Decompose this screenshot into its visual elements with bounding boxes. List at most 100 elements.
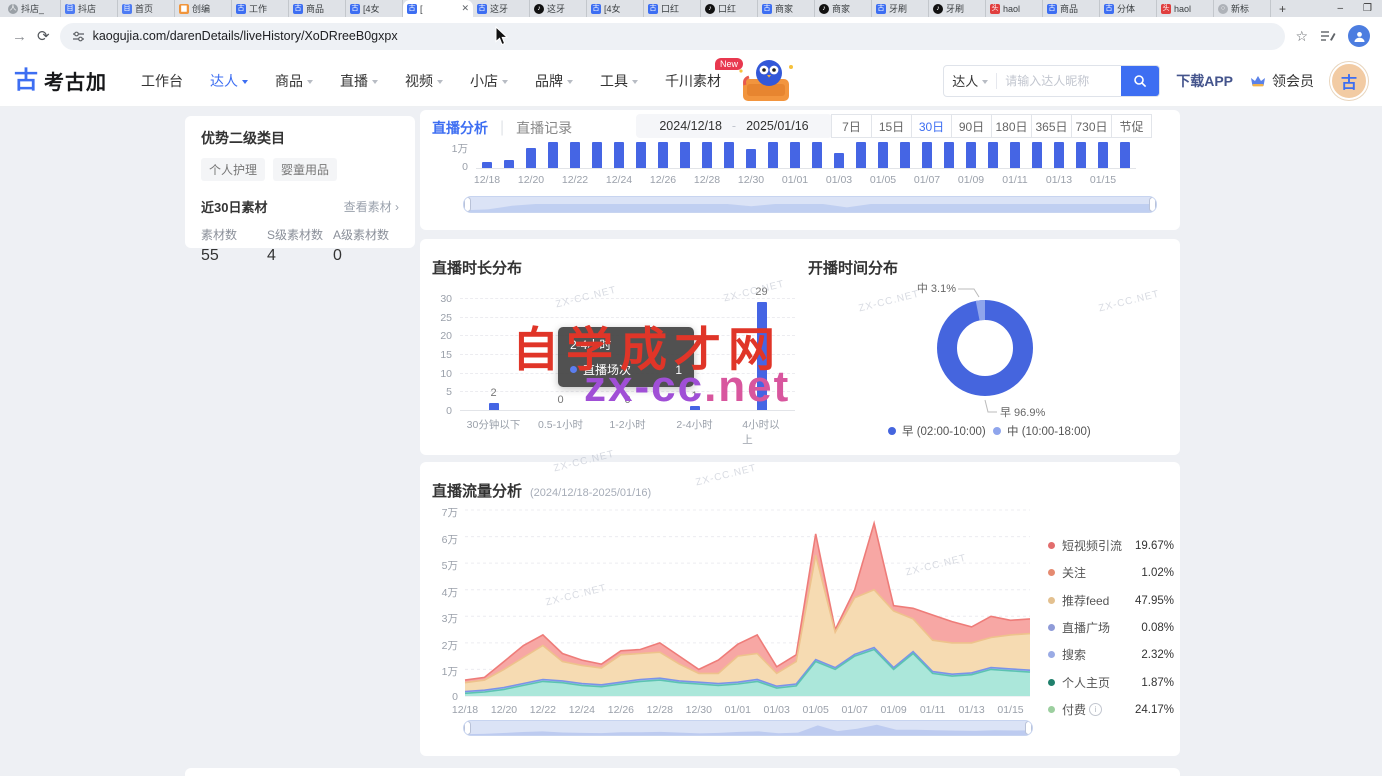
y-axis-tick: 5 [428,386,452,398]
browser-tab[interactable]: 古这牙 [473,0,530,17]
range-button-节促[interactable]: 节促 [1111,114,1152,138]
browser-tab[interactable]: 头haol [1157,0,1214,17]
browser-tab[interactable]: 古口红 [644,0,701,17]
download-app-link[interactable]: 下载APP [1176,71,1233,91]
data-zoom-brush[interactable] [463,196,1157,213]
browser-tab[interactable]: 目首页 [118,0,175,17]
nav-item-小店[interactable]: 小店 [470,71,508,91]
legend-label: 短视频引流 [1062,537,1122,554]
search-category-select[interactable]: 达人 [944,71,996,90]
tab-live-analysis[interactable]: 直播分析 [432,118,488,138]
daily-bar [790,142,800,168]
browser-tab[interactable]: ♪口红 [701,0,758,17]
y-axis-tick: 0 [428,405,452,417]
restore-button[interactable]: ❐ [1363,3,1372,14]
legend-dot [888,427,896,435]
browser-tab[interactable]: 古分体 [1100,0,1157,17]
stat-column: 素材数55 [201,226,267,265]
brush-handle-right[interactable] [1149,197,1156,212]
browser-tab[interactable]: ▆创编 [175,0,232,17]
legend-label: 关注 [1062,564,1086,581]
y-axis-tick: 7万 [426,505,458,520]
browser-tab[interactable]: ○新标 [1214,0,1271,17]
nav-item-达人[interactable]: 达人 [210,71,248,91]
search-category-label: 达人 [952,71,978,90]
browser-tab[interactable]: 目抖店 [61,0,118,17]
browser-tab[interactable]: ♪商家 [815,0,872,17]
range-button-7日[interactable]: 7日 [831,114,872,138]
browser-tab[interactable]: 古商品 [1043,0,1100,17]
tab-title: [ [420,4,423,14]
tab-live-records[interactable]: 直播记录 [516,118,572,138]
daily-bar [988,142,998,168]
browser-tab[interactable]: ♪牙刷 [929,0,986,17]
new-tab-button[interactable]: + [1279,2,1286,16]
browser-tab[interactable]: 古[4女 [587,0,644,17]
browser-tab-active[interactable]: 古[✕ [403,0,473,17]
account-avatar[interactable]: 古 [1330,62,1368,100]
daily-bar [614,142,624,168]
daily-bar [636,142,646,168]
browser-tab[interactable]: 人抖店_ [4,0,61,17]
browser-tab[interactable]: ♪这牙 [530,0,587,17]
kg-favicon-icon: 古 [648,4,658,14]
chevron-down-icon [502,80,508,84]
range-button-15日[interactable]: 15日 [871,114,912,138]
site-info-icon[interactable] [72,30,85,43]
tab-title: haol [1003,4,1020,14]
nav-item-工具[interactable]: 工具 [600,71,638,91]
nav-item-商品[interactable]: 商品 [275,71,313,91]
range-button-365日[interactable]: 365日 [1031,114,1072,138]
stat-column: A级素材数0 [333,226,399,265]
range-button-730日[interactable]: 730日 [1071,114,1112,138]
side-panel-icon[interactable] [1320,29,1336,43]
nav-item-工作台[interactable]: 工作台 [141,71,183,91]
brush-handle-right[interactable] [1025,721,1032,735]
search-input[interactable] [997,74,1121,88]
profile-avatar[interactable] [1348,25,1370,47]
daily-bar [900,142,910,168]
forward-button[interactable]: → [12,28,27,45]
get-membership-link[interactable]: 领会员 [1249,71,1314,91]
date-separator: - [732,119,736,133]
site-logo[interactable]: 古 考古加 [14,66,107,95]
nav-item-品牌[interactable]: 品牌 [535,71,573,91]
duration-bar [489,403,499,410]
reload-button[interactable]: ⟳ [37,27,50,45]
browser-tab[interactable]: 古商品 [289,0,346,17]
brush-handle-left[interactable] [464,197,471,212]
range-button-30日[interactable]: 30日 [911,114,952,138]
douyin-favicon-icon: ♪ [933,4,943,14]
header-right: 达人 下载APP 领会员 古 [943,62,1368,100]
donut-callout-mid: 中 3.1% [917,282,956,295]
bookmark-star-icon[interactable]: ☆ [1295,28,1308,45]
brush-handle-left[interactable] [464,721,471,735]
tab-title: 商家 [775,2,793,15]
browser-tab[interactable]: 古[4女 [346,0,403,17]
close-tab-icon[interactable]: ✕ [461,3,469,14]
range-button-180日[interactable]: 180日 [991,114,1032,138]
browser-tab[interactable]: 头haol [986,0,1043,17]
url-bar[interactable]: kaogujia.com/darenDetails/liveHistory/Xo… [60,23,1286,50]
donut-callout-morning: 早 96.9% [1000,406,1045,419]
date-range-picker[interactable]: 2024/12/18 - 2025/01/16 [636,114,832,138]
url-text: kaogujia.com/darenDetails/liveHistory/Xo… [93,29,398,43]
chevron-down-icon [982,80,988,84]
nav-item-视频[interactable]: 视频 [405,71,443,91]
tooltip-series-dot [570,366,577,373]
kg-favicon-icon: 古 [876,4,886,14]
x-axis-tick: 12/28 [694,174,720,186]
daily-bar [482,162,492,168]
range-button-90日[interactable]: 90日 [951,114,992,138]
search-button[interactable] [1121,66,1159,96]
view-materials-link[interactable]: 查看素材 › [344,198,399,215]
x-axis-tick: 12/30 [738,174,764,186]
browser-tab[interactable]: 古商家 [758,0,815,17]
nav-item-直播[interactable]: 直播 [340,71,378,91]
browser-tab[interactable]: 古工作 [232,0,289,17]
nav-item-千川素材[interactable]: 千川素材New [665,71,721,91]
legend-percent: 1.87% [1141,677,1174,689]
browser-tab[interactable]: 古牙刷 [872,0,929,17]
data-zoom-brush[interactable] [463,720,1033,736]
minimize-button[interactable]: – [1337,3,1343,14]
